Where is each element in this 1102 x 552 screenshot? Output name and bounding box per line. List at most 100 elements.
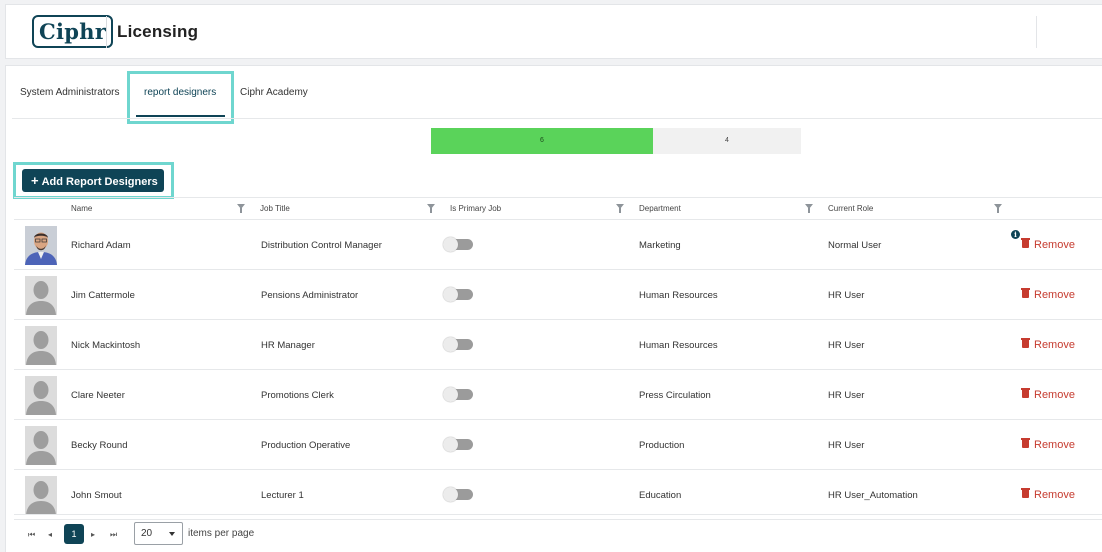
toggle-knob xyxy=(443,437,458,452)
remove-button[interactable]: Remove xyxy=(1021,488,1075,501)
page-title: Licensing xyxy=(117,22,199,41)
remove-button[interactable]: Remove xyxy=(1021,338,1075,351)
remove-button[interactable]: Remove xyxy=(1021,438,1075,451)
toggle-knob xyxy=(443,387,458,402)
table-row: John Smout Lecturer 1 Education HR User_Aut… xyxy=(14,470,1102,520)
column-header-name[interactable]: Name xyxy=(71,204,92,213)
filter-icon[interactable] xyxy=(237,204,245,213)
cell-job-title: HR Manager xyxy=(261,340,315,351)
cell-role: HR User xyxy=(828,390,865,401)
primary-job-toggle[interactable] xyxy=(443,287,473,302)
avatar xyxy=(25,476,57,515)
toggle-knob xyxy=(443,237,458,252)
caret-down-icon xyxy=(169,532,175,536)
toggle-knob xyxy=(443,337,458,352)
cell-name: Becky Round xyxy=(71,440,128,451)
current-page-button[interactable]: 1 xyxy=(64,524,84,544)
avatar xyxy=(25,376,57,415)
tab-ciphr-academy[interactable]: Ciphr Academy xyxy=(240,86,308,108)
cell-role: HR User xyxy=(828,440,865,451)
header-divider xyxy=(106,16,107,48)
avatar xyxy=(25,326,57,365)
column-header-current-role[interactable]: Current Role xyxy=(828,204,873,213)
remove-label: Remove xyxy=(1034,239,1075,251)
grid-top-border xyxy=(14,197,1102,198)
add-button-label: Add Report Designers xyxy=(41,176,158,188)
cell-department: Marketing xyxy=(639,240,681,251)
cell-job-title: Lecturer 1 xyxy=(261,490,304,501)
table-row: Clare Neeter Promotions Clerk Press Circul… xyxy=(14,370,1102,420)
remove-button[interactable]: Remove xyxy=(1021,388,1075,401)
cell-role: Normal User xyxy=(828,240,882,251)
remove-label: Remove xyxy=(1034,289,1075,301)
trash-icon xyxy=(1021,288,1030,298)
ciphr-logo[interactable]: Ciphr xyxy=(32,15,114,48)
remove-button[interactable]: Remove xyxy=(1021,238,1075,251)
cell-department: Production xyxy=(639,440,685,451)
toggle-knob xyxy=(443,287,458,302)
primary-job-toggle[interactable] xyxy=(443,237,473,252)
remove-label: Remove xyxy=(1034,389,1075,401)
tab-highlight-box xyxy=(127,71,234,124)
last-page-icon[interactable]: ⏭ xyxy=(110,530,117,540)
trash-icon xyxy=(1021,388,1030,398)
cell-name: John Smout xyxy=(71,490,122,501)
remove-label: Remove xyxy=(1034,339,1075,351)
cell-name: Richard Adam xyxy=(71,240,131,251)
first-page-icon[interactable]: ⏮ xyxy=(28,530,35,540)
cell-job-title: Pensions Administrator xyxy=(261,290,359,301)
column-header-department[interactable]: Department xyxy=(639,204,681,213)
cell-name: Clare Neeter xyxy=(71,390,125,401)
filter-icon[interactable] xyxy=(994,204,1002,213)
table-row: Becky Round Production Operative Productio… xyxy=(14,420,1102,470)
filter-icon[interactable] xyxy=(427,204,435,213)
column-header-job-title[interactable]: Job Title xyxy=(260,204,290,213)
trash-icon xyxy=(1021,238,1030,248)
primary-job-toggle[interactable] xyxy=(443,337,473,352)
cell-job-title: Production Operative xyxy=(261,440,351,451)
cell-department: Education xyxy=(639,490,682,501)
add-report-designers-button[interactable]: + Add Report Designers xyxy=(22,169,164,192)
license-remaining-bar: 4 xyxy=(653,128,801,154)
remove-label: Remove xyxy=(1034,489,1075,501)
pager-divider xyxy=(14,514,1102,515)
primary-job-toggle[interactable] xyxy=(443,487,473,502)
filter-icon[interactable] xyxy=(616,204,624,213)
cell-job-title: Promotions Clerk xyxy=(261,390,334,401)
table-row: Jim Cattermole Pensions Administrator Huma… xyxy=(14,270,1102,320)
tabs-divider xyxy=(12,118,1102,119)
trash-icon xyxy=(1021,438,1030,448)
primary-job-toggle[interactable] xyxy=(443,387,473,402)
trash-icon xyxy=(1021,338,1030,348)
tab-system-administrators[interactable]: System Administrators xyxy=(20,86,119,108)
info-icon[interactable]: i xyxy=(1011,230,1020,239)
table-row: Nick Mackintosh HR Manager Human Resources… xyxy=(14,320,1102,370)
header-divider-right xyxy=(1036,16,1037,48)
cell-name: Jim Cattermole xyxy=(71,290,135,301)
cell-role: HR User_Automation xyxy=(828,490,918,501)
cell-role: HR User xyxy=(828,290,865,301)
page-size-label: items per page xyxy=(188,528,255,539)
cell-role: HR User xyxy=(828,340,865,351)
prev-page-icon[interactable]: ◂ xyxy=(48,530,52,539)
cell-department: Human Resources xyxy=(639,340,718,351)
toggle-knob xyxy=(443,487,458,502)
plus-icon: + xyxy=(31,173,39,188)
avatar xyxy=(25,276,57,315)
cell-name: Nick Mackintosh xyxy=(71,340,141,351)
page-size-select[interactable]: 20 xyxy=(134,522,183,545)
remove-button[interactable]: Remove xyxy=(1021,288,1075,301)
page-size-value: 20 xyxy=(141,528,153,539)
avatar xyxy=(25,426,57,465)
primary-job-toggle[interactable] xyxy=(443,437,473,452)
table-row: Richard Adam Distribution Control Manager… xyxy=(14,220,1102,270)
next-page-icon[interactable]: ▸ xyxy=(91,530,95,539)
column-header-is-primary-job[interactable]: Is Primary Job xyxy=(450,204,501,213)
cell-department: Human Resources xyxy=(639,290,718,301)
remove-label: Remove xyxy=(1034,439,1075,451)
trash-icon xyxy=(1021,488,1030,498)
filter-icon[interactable] xyxy=(805,204,813,213)
app-header: Ciphr Licensing xyxy=(5,4,1102,59)
license-used-bar: 6 xyxy=(431,128,653,154)
avatar xyxy=(25,226,57,265)
